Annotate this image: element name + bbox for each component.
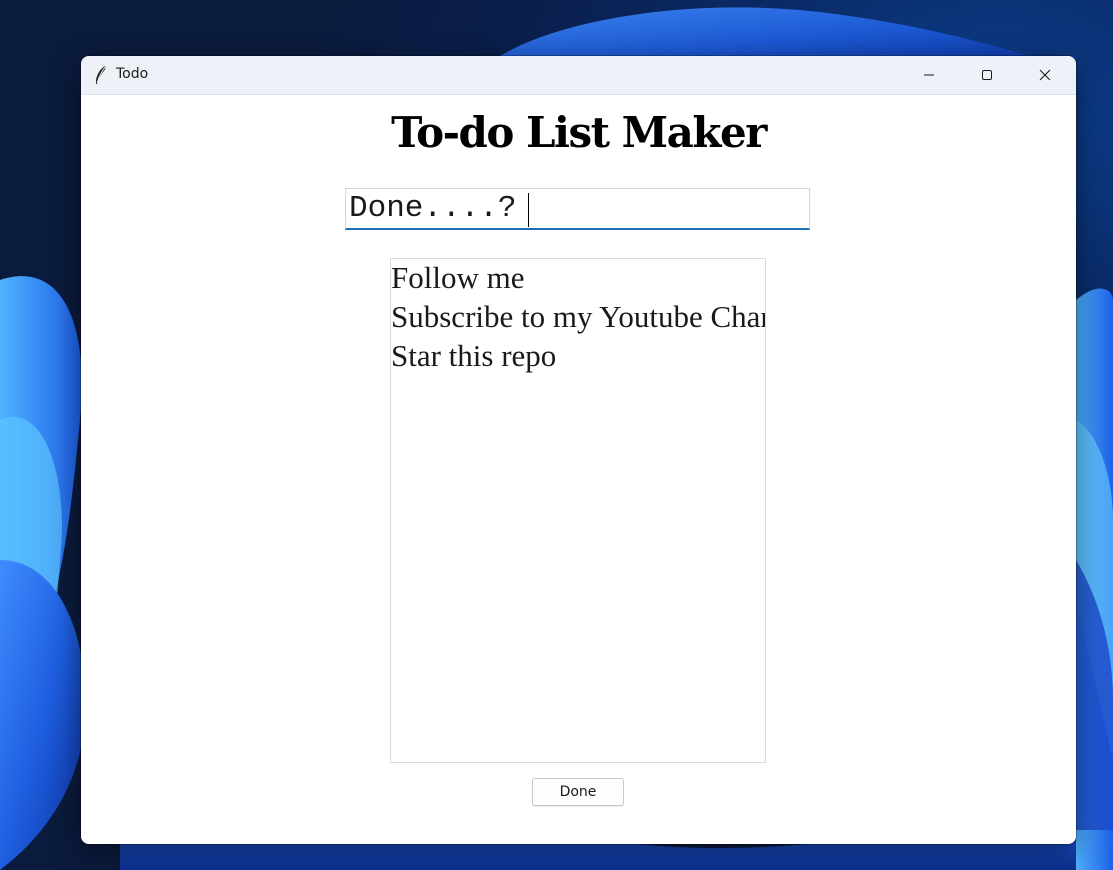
task-listbox[interactable]: Follow meSubscribe to my Youtube Channel… [390,258,766,763]
close-icon [1039,69,1051,81]
text-cursor [528,193,529,227]
task-entry-input[interactable] [345,188,810,230]
maximize-button[interactable] [958,56,1016,94]
title-bar[interactable]: Todo [81,56,1076,95]
done-button[interactable]: Done [532,778,624,806]
task-list-item[interactable]: Star this repo [391,336,765,375]
app-window: Todo To-do List Maker Follow meSubscribe… [81,56,1076,844]
close-button[interactable] [1016,56,1074,94]
page-title: To-do List Maker [391,108,767,157]
task-list-item[interactable]: Subscribe to my Youtube Channel [391,297,765,336]
maximize-icon [982,70,992,80]
minimize-button[interactable] [900,56,958,94]
window-title: Todo [116,66,149,82]
task-list: Follow meSubscribe to my Youtube Channel… [391,259,765,375]
app-content: To-do List Maker Follow meSubscribe to m… [81,95,1076,844]
feather-icon [96,66,106,84]
minimize-icon [924,74,934,76]
task-list-item[interactable]: Follow me [391,259,765,297]
